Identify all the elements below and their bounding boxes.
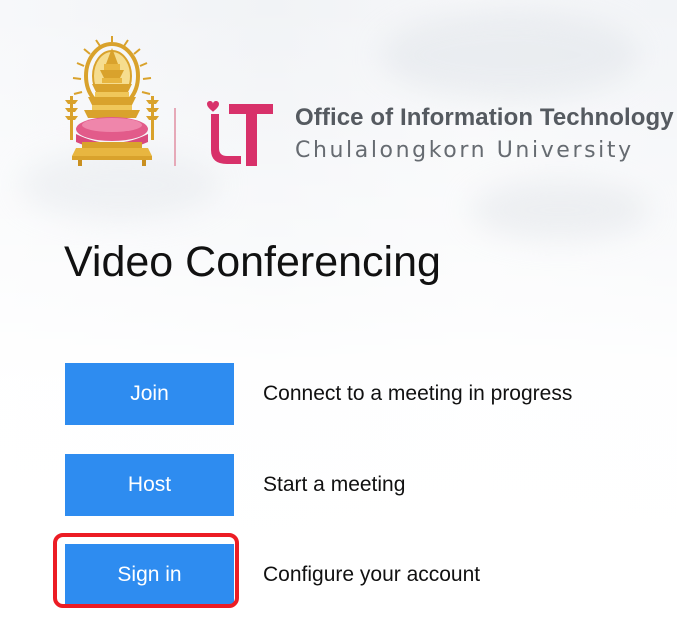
background-blur	[470, 180, 650, 240]
org-subtitle: Chulalongkorn University	[295, 138, 634, 163]
page-title: Video Conferencing	[64, 238, 441, 286]
header: Office of Information Technology Chulalo…	[62, 34, 674, 174]
sign-in-description: Configure your account	[263, 563, 481, 586]
sign-in-highlight-annotation	[53, 533, 239, 608]
join-button[interactable]: Join	[65, 363, 234, 425]
host-button[interactable]: Host	[65, 454, 234, 516]
join-description: Connect to a meeting in progress	[263, 382, 573, 405]
org-name: Office of Information Technology	[295, 104, 674, 131]
host-description: Start a meeting	[263, 473, 406, 496]
host-row: Host Start a meeting	[65, 454, 655, 516]
it-logo-icon	[207, 101, 273, 166]
header-divider	[174, 108, 176, 166]
app-window: Office of Information Technology Chulalo…	[0, 0, 677, 632]
chula-phra-kiao-seal-icon	[65, 36, 159, 166]
join-row: Join Connect to a meeting in progress	[65, 363, 655, 425]
